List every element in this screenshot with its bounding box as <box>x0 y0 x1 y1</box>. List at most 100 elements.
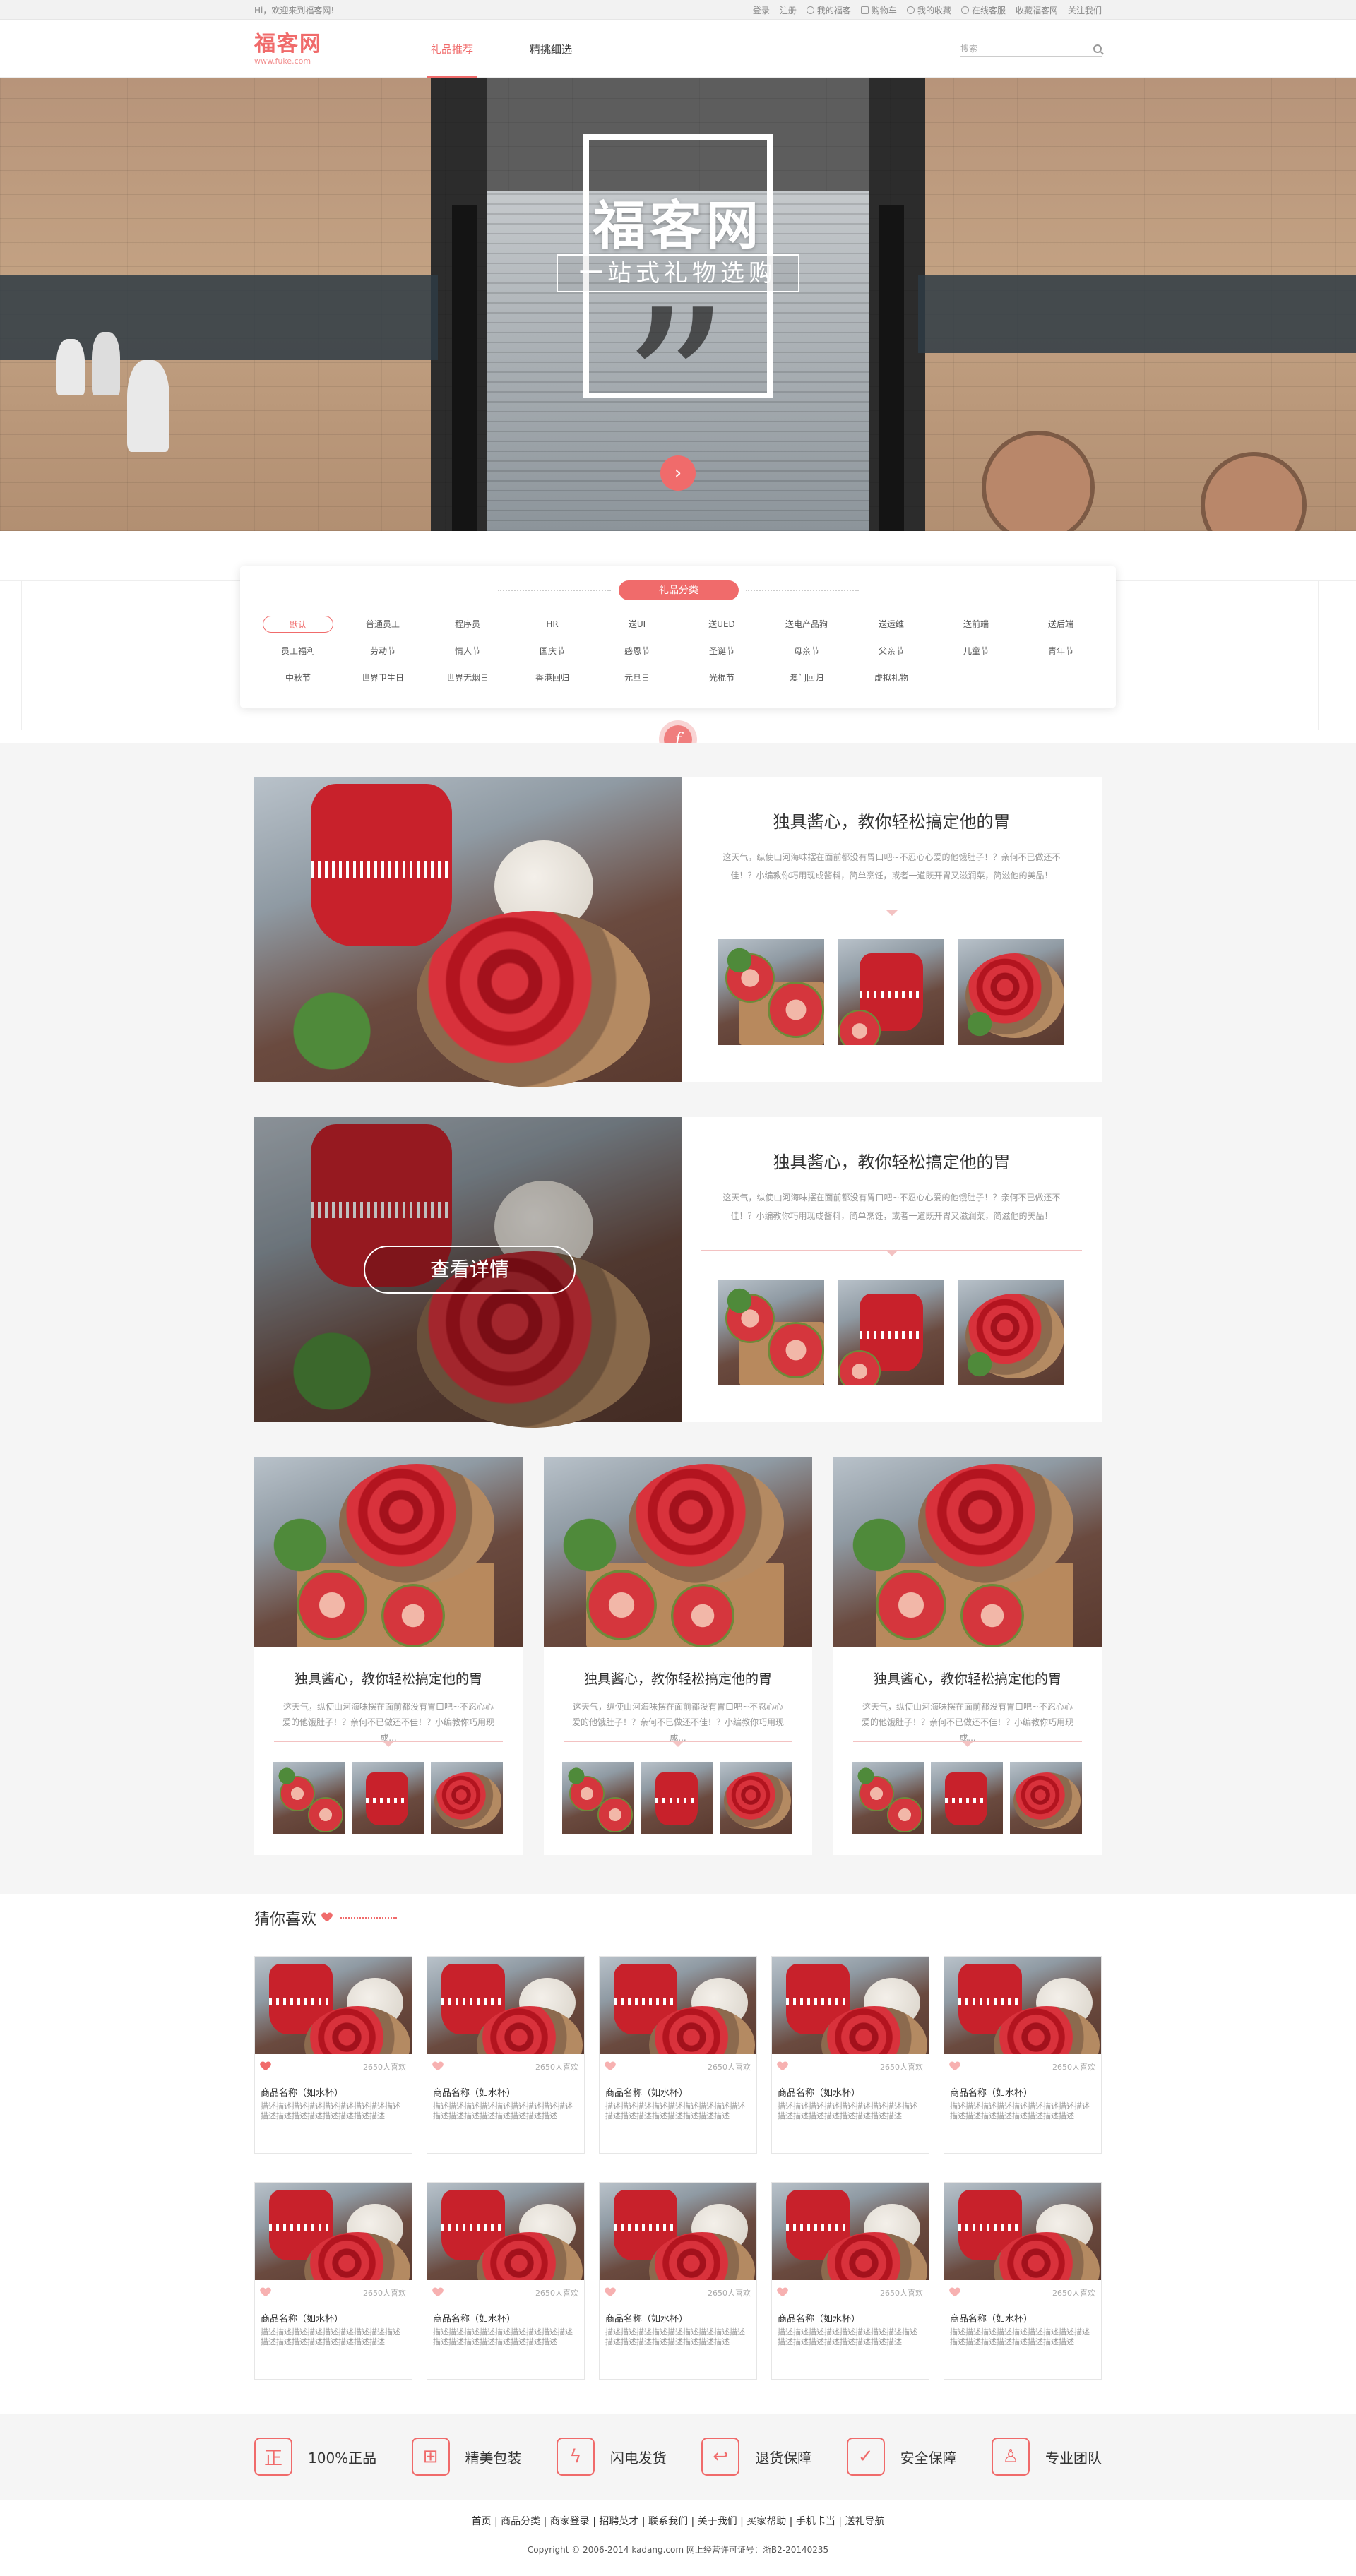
product-card[interactable]: 独具酱心，教你轻松搞定他的胃 这天气，纵使山河海味摆在面前都没有胃口吧~不忍心心… <box>254 1457 523 1855</box>
product-name[interactable]: 商品名称（如水杯） <box>427 2298 584 2325</box>
category-tag[interactable]: 送前端 <box>934 616 1018 633</box>
search-icon[interactable] <box>1093 44 1102 53</box>
product-image[interactable] <box>772 1957 929 2054</box>
thumb-figs[interactable] <box>718 1280 824 1385</box>
category-tag[interactable]: 虚拟礼物 <box>849 669 934 686</box>
category-tag[interactable]: 元旦日 <box>595 669 679 686</box>
card-image[interactable] <box>254 1457 523 1647</box>
category-tag[interactable]: 母亲节 <box>764 643 849 660</box>
card-image[interactable] <box>833 1457 1102 1647</box>
feature-image[interactable]: 查看详情 <box>254 1117 682 1435</box>
like-heart-icon[interactable] <box>433 2062 443 2072</box>
category-tag[interactable]: 光棍节 <box>679 669 764 686</box>
thumb-cranberries[interactable] <box>958 939 1064 1045</box>
product-tile[interactable]: 2650人喜欢 商品名称（如水杯） 描述描述描述描述描述描述描述描述描述描述描述描述… <box>944 1956 1102 2154</box>
product-image[interactable] <box>600 1957 756 2054</box>
product-name[interactable]: 商品名称（如水杯） <box>600 2298 756 2325</box>
product-image[interactable] <box>255 1957 412 2054</box>
like-heart-icon[interactable] <box>261 2062 270 2072</box>
product-name[interactable]: 商品名称（如水杯） <box>255 2298 412 2325</box>
view-details-button[interactable]: 查看详情 <box>364 1246 576 1294</box>
bookmark-site-link[interactable]: 收藏福客网 <box>1016 4 1058 16</box>
category-tag[interactable]: 员工福利 <box>256 643 340 660</box>
product-name[interactable]: 商品名称（如水杯） <box>427 2073 584 2099</box>
thumb-jug[interactable] <box>641 1762 713 1834</box>
category-tag[interactable]: 送后端 <box>1018 616 1103 633</box>
product-image[interactable] <box>944 2183 1101 2280</box>
like-heart-icon[interactable] <box>950 2288 960 2298</box>
category-tag[interactable]: 情人节 <box>425 643 510 660</box>
category-tag[interactable]: 儿童节 <box>934 643 1018 660</box>
like-heart-icon[interactable] <box>605 2062 615 2072</box>
thumb-figs[interactable] <box>852 1762 924 1834</box>
card-image[interactable] <box>544 1457 812 1647</box>
product-tile[interactable]: 2650人喜欢 商品名称（如水杯） 描述描述描述描述描述描述描述描述描述描述描述描述… <box>254 1956 412 2154</box>
thumb-jug[interactable] <box>352 1762 424 1834</box>
favorites-link[interactable]: 我的收藏 <box>906 4 951 16</box>
my-fuke-link[interactable]: 我的福客 <box>806 4 851 16</box>
product-tile[interactable]: 2650人喜欢 商品名称（如水杯） 描述描述描述描述描述描述描述描述描述描述描述描述… <box>771 2182 929 2380</box>
category-tag[interactable]: 普通员工 <box>340 616 425 633</box>
product-image[interactable] <box>427 1957 584 2054</box>
like-heart-icon[interactable] <box>778 2062 787 2072</box>
category-tag[interactable]: 送UED <box>679 616 764 633</box>
category-tag[interactable]: 青年节 <box>1018 643 1103 660</box>
category-tag[interactable]: 香港回归 <box>510 669 595 686</box>
logo[interactable]: 福客网 www.fuke.com <box>254 32 388 66</box>
thumb-cranberries[interactable] <box>431 1762 503 1834</box>
product-image[interactable] <box>772 2183 929 2280</box>
product-tile[interactable]: 2650人喜欢 商品名称（如水杯） 描述描述描述描述描述描述描述描述描述描述描述描述… <box>254 2182 412 2380</box>
thumb-cranberries[interactable] <box>720 1762 792 1834</box>
feature-card[interactable]: 查看详情 独具酱心，教你轻松搞定他的胃 这天气，纵使山河海味摆在面前都没有胃口吧… <box>254 1117 1102 1435</box>
feature-image[interactable] <box>254 777 682 1095</box>
like-heart-icon[interactable] <box>433 2288 443 2298</box>
nav-handpicked[interactable]: 精挑细选 <box>501 20 600 78</box>
banner-arrow-button[interactable]: › <box>660 455 696 491</box>
footer-links[interactable]: 首页 | 商品分类 | 商家登录 | 招聘英才 | 联系我们 | 关于我们 | … <box>0 2514 1356 2528</box>
like-heart-icon[interactable] <box>261 2288 270 2298</box>
product-tile[interactable]: 2650人喜欢 商品名称（如水杯） 描述描述描述描述描述描述描述描述描述描述描述描述… <box>427 1956 585 2154</box>
nav-gift-recommend[interactable]: 礼品推荐 <box>403 20 501 78</box>
cart-link[interactable]: 购物车 <box>860 4 897 16</box>
like-heart-icon[interactable] <box>605 2288 615 2298</box>
search-input[interactable]: 搜索 <box>961 42 1093 54</box>
product-card[interactable]: 独具酱心，教你轻松搞定他的胃 这天气，纵使山河海味摆在面前都没有胃口吧~不忍心心… <box>544 1457 812 1855</box>
product-card[interactable]: 独具酱心，教你轻松搞定他的胃 这天气，纵使山河海味摆在面前都没有胃口吧~不忍心心… <box>833 1457 1102 1855</box>
product-name[interactable]: 商品名称（如水杯） <box>772 2298 929 2325</box>
product-tile[interactable]: 2650人喜欢 商品名称（如水杯） 描述描述描述描述描述描述描述描述描述描述描述描述… <box>944 2182 1102 2380</box>
category-tag[interactable]: 默认 <box>263 616 333 633</box>
product-name[interactable]: 商品名称（如水杯） <box>255 2073 412 2099</box>
thumb-cranberries[interactable] <box>1010 1762 1082 1834</box>
category-tag[interactable]: HR <box>510 616 595 633</box>
category-tag[interactable]: 世界卫生日 <box>340 669 425 686</box>
category-tag[interactable]: 程序员 <box>425 616 510 633</box>
thumb-figs[interactable] <box>718 939 824 1045</box>
category-tag[interactable]: 感恩节 <box>595 643 679 660</box>
product-name[interactable]: 商品名称（如水杯） <box>944 2073 1101 2099</box>
product-name[interactable]: 商品名称（如水杯） <box>772 2073 929 2099</box>
product-tile[interactable]: 2650人喜欢 商品名称（如水杯） 描述描述描述描述描述描述描述描述描述描述描述描述… <box>427 2182 585 2380</box>
search-box[interactable]: 搜索 <box>961 40 1102 57</box>
category-tag[interactable]: 送UI <box>595 616 679 633</box>
product-tile[interactable]: 2650人喜欢 商品名称（如水杯） 描述描述描述描述描述描述描述描述描述描述描述描述… <box>599 2182 757 2380</box>
thumb-figs[interactable] <box>562 1762 634 1834</box>
product-image[interactable] <box>255 2183 412 2280</box>
product-image[interactable] <box>944 1957 1101 2054</box>
feature-card[interactable]: 独具酱心，教你轻松搞定他的胃 这天气，纵使山河海味摆在面前都没有胃口吧~不忍心心… <box>254 777 1102 1095</box>
category-tag[interactable]: 圣诞节 <box>679 643 764 660</box>
like-heart-icon[interactable] <box>778 2288 787 2298</box>
product-image[interactable] <box>427 2183 584 2280</box>
login-link[interactable]: 登录 <box>753 4 770 16</box>
follow-us-link[interactable]: 关注我们 <box>1068 4 1102 16</box>
like-heart-icon[interactable] <box>950 2062 960 2072</box>
product-tile[interactable]: 2650人喜欢 商品名称（如水杯） 描述描述描述描述描述描述描述描述描述描述描述描述… <box>599 1956 757 2154</box>
product-name[interactable]: 商品名称（如水杯） <box>600 2073 756 2099</box>
thumb-jug[interactable] <box>838 939 944 1045</box>
thumb-figs[interactable] <box>273 1762 345 1834</box>
product-image[interactable] <box>600 2183 756 2280</box>
category-tag[interactable]: 父亲节 <box>849 643 934 660</box>
category-tag[interactable]: 送电产品狗 <box>764 616 849 633</box>
category-tag[interactable]: 世界无烟日 <box>425 669 510 686</box>
category-tag[interactable]: 澳门回归 <box>764 669 849 686</box>
product-name[interactable]: 商品名称（如水杯） <box>944 2298 1101 2325</box>
